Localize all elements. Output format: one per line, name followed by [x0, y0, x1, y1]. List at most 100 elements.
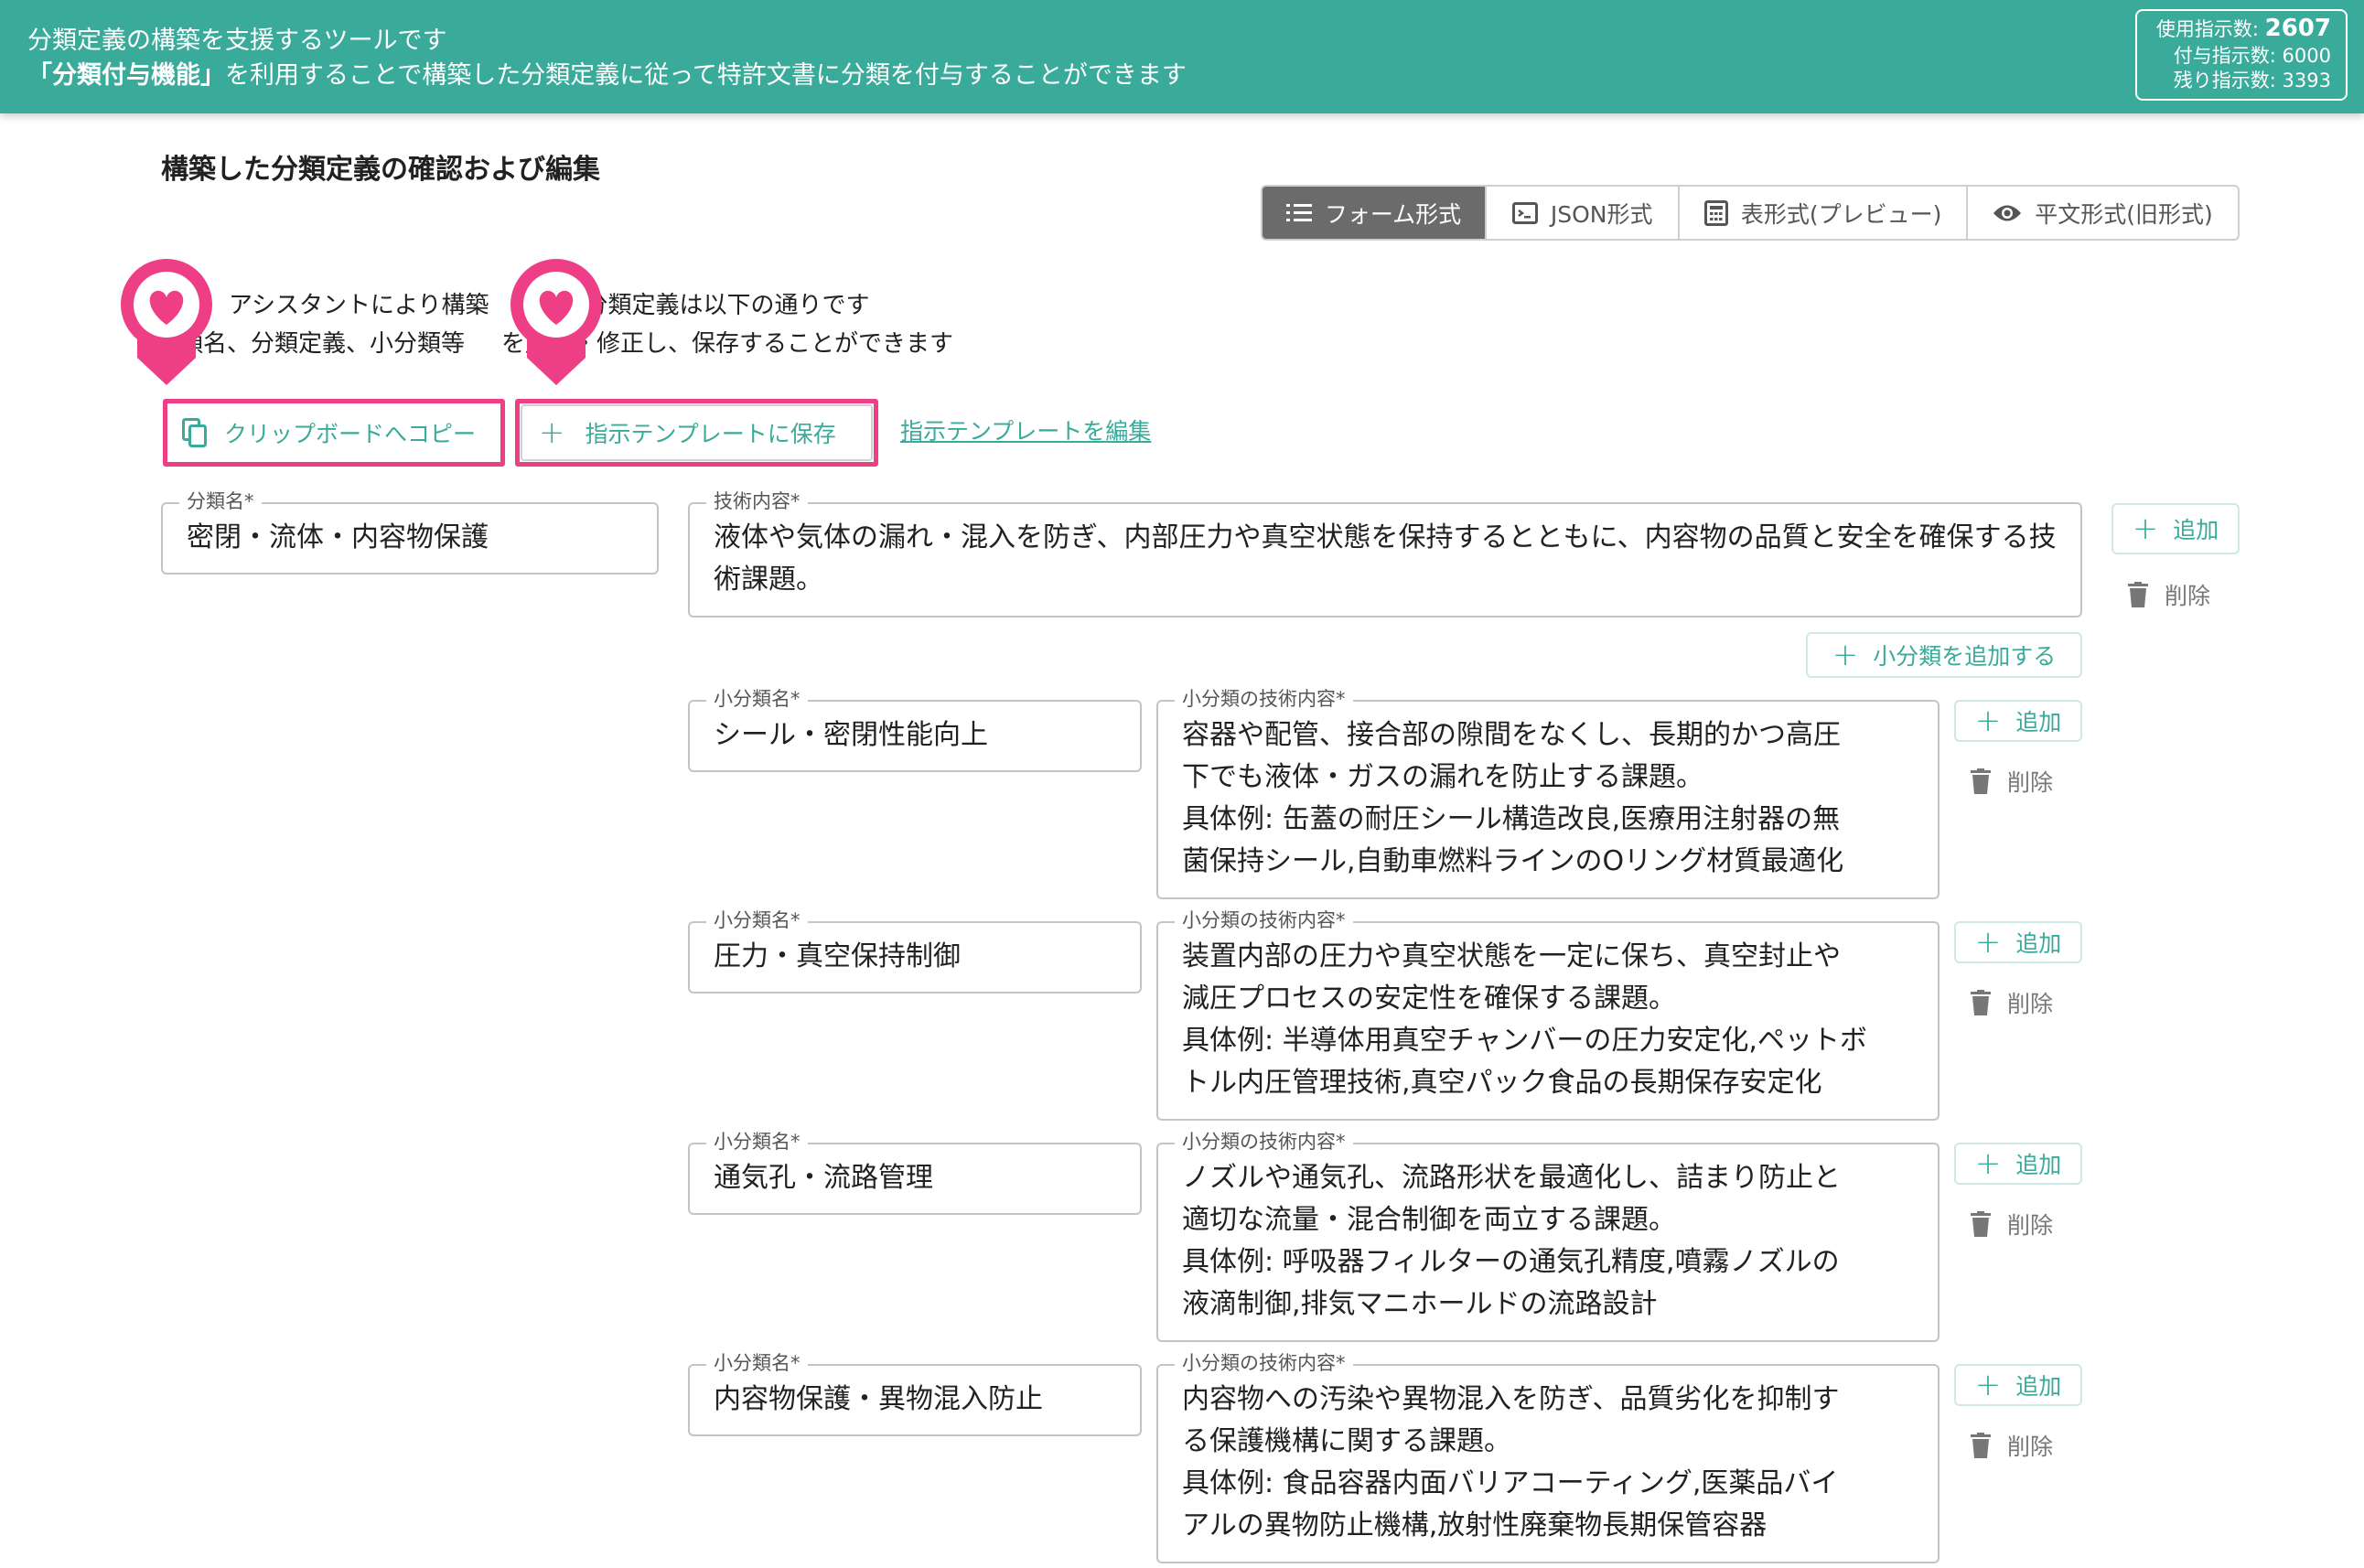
tab-table-view[interactable]: 表形式(プレビュー) [1680, 187, 1969, 239]
category-tech-label: 技術内容* [706, 489, 808, 513]
category-name-label: 分類名* [179, 489, 262, 513]
subcategory-name-value: 内容物保護・異物混入防止 [714, 1383, 1043, 1415]
category-name-value: 密閉・流体・内容物保護 [187, 521, 489, 553]
subcategory-name-label: 小分類名* [706, 1351, 808, 1375]
app-header: 分類定義の構築を支援するツールです 「分類付与機能」を利用することで構築した分類… [0, 0, 2364, 113]
subcategory-add-button[interactable]: + 追加 [1954, 1364, 2082, 1406]
category-add-label: 追加 [2173, 517, 2219, 543]
subcategory-add-button[interactable]: + 追加 [1954, 700, 2082, 742]
subcategory-tech-label: 小分類の技術内容* [1175, 908, 1353, 932]
granted-value: 6000 [2282, 45, 2331, 67]
subcategory-tech-field[interactable]: 小分類の技術内容* 容器や配管、接合部の隙間をなくし、長期的かつ高圧 下でも液体… [1156, 687, 1940, 899]
subcategory-tech-value: 容器や配管、接合部の隙間をなくし、長期的かつ高圧 下でも液体・ガスの漏れを防止す… [1182, 719, 1844, 877]
category-delete-label: 削除 [2165, 583, 2211, 609]
subcategory-name-label: 小分類名* [706, 687, 808, 711]
trash-icon [1971, 1211, 1991, 1237]
copy-icon [182, 418, 207, 447]
copy-button-label: クリップボードへコピー [224, 421, 477, 447]
subcategory-tech-label: 小分類の技術内容* [1175, 687, 1353, 711]
plus-icon: + [1832, 637, 1859, 673]
subcategory-name-field[interactable]: 小分類名* 通気孔・流路管理 [688, 1130, 1142, 1215]
terminal-icon [1511, 201, 1538, 224]
remaining-value: 3393 [2282, 70, 2331, 91]
copy-to-clipboard-button[interactable]: クリップボードへコピー [167, 404, 500, 461]
subcategory-delete-button[interactable]: 削除 [1971, 765, 2053, 798]
subcategory-name-value: シール・密閉性能向上 [714, 719, 988, 751]
subcategory-add-button[interactable]: + 追加 [1954, 1143, 2082, 1185]
subcategory-name-label: 小分類名* [706, 1130, 808, 1154]
subcategory-name-value: 圧力・真空保持制御 [714, 940, 961, 972]
remaining-label: 残り指示数: [2173, 70, 2276, 91]
subcategory-name-field[interactable]: 小分類名* シール・密閉性能向上 [688, 687, 1142, 772]
tab-table-label: 表形式(プレビュー) [1740, 200, 1942, 228]
tab-plain-label: 平文形式(旧形式) [2035, 200, 2213, 228]
tab-json-view[interactable]: JSON形式 [1487, 187, 1681, 239]
subcategory-name-field[interactable]: 小分類名* 圧力・真空保持制御 [688, 908, 1142, 993]
subcategory-delete-label: 削除 [2007, 1212, 2054, 1239]
subcategory-delete-button[interactable]: 削除 [1971, 986, 2053, 1019]
subcategory-delete-label: 削除 [2007, 991, 2054, 1017]
usage-label: 使用指示数: [2155, 18, 2259, 40]
category-tech-value: 液体や気体の漏れ・混入を防ぎ、内部圧力や真空状態を保持するとともに、内容物の品質… [714, 521, 2057, 596]
calculator-icon [1703, 199, 1728, 226]
tab-json-label: JSON形式 [1550, 200, 1653, 228]
subcategory-delete-label: 削除 [2007, 769, 2054, 796]
granted-label: 付与指示数: [2173, 45, 2276, 67]
subcategory-add-label: 追加 [2015, 930, 2062, 957]
usage-value: 2607 [2264, 15, 2331, 42]
category-tech-field[interactable]: 技術内容* 液体や気体の漏れ・混入を防ぎ、内部圧力や真空状態を保持するとともに、… [688, 489, 2082, 618]
category-add-button[interactable]: + 追加 [2111, 503, 2240, 554]
header-feature-name: 「分類付与機能」 [27, 61, 225, 90]
add-subcategory-label: 小分類を追加する [1873, 643, 2057, 670]
intro-line-1b: 分類定義は以下の通りです [584, 292, 870, 319]
subcategory-delete-label: 削除 [2007, 1434, 2054, 1460]
subcategory-tech-label: 小分類の技術内容* [1175, 1351, 1353, 1375]
intro-line-1a: アシスタントにより構築 [229, 292, 489, 319]
plus-icon: + [1974, 703, 2002, 739]
subcategory-tech-value: ノズルや通気孔、流路形状を最適化し、詰まり防止と 適切な流量・混合制御を両立する… [1182, 1162, 1841, 1320]
edit-template-link[interactable]: 指示テンプレートを編集 [900, 413, 1151, 446]
tab-plain-view[interactable]: 平文形式(旧形式) [1968, 187, 2238, 239]
subcategory-add-label: 追加 [2015, 1152, 2062, 1178]
subcategory-tech-label: 小分類の技術内容* [1175, 1130, 1353, 1154]
plus-icon: + [539, 414, 565, 451]
list-icon [1285, 203, 1312, 221]
category-delete-button[interactable]: 削除 [2128, 578, 2210, 611]
header-description: 分類定義の構築を支援するツールです [27, 27, 447, 55]
subcategory-add-button[interactable]: + 追加 [1954, 921, 2082, 963]
subcategory-tech-field[interactable]: 小分類の技術内容* 装置内部の圧力や真空状態を一定に保ち、真空封止や 減圧プロセ… [1156, 908, 1940, 1121]
subcategory-tech-value: 内容物への汚染や異物混入を防ぎ、品質劣化を抑制す る保護機構に関する課題。 具体… [1182, 1383, 1840, 1541]
tab-form-view[interactable]: フォーム形式 [1263, 187, 1488, 239]
plus-icon: + [1974, 1367, 2002, 1403]
subcategory-add-label: 追加 [2015, 709, 2062, 736]
plus-icon: + [2132, 510, 2159, 547]
subcategory-add-label: 追加 [2015, 1373, 2062, 1400]
subcategory-tech-value: 装置内部の圧力や真空状態を一定に保ち、真空封止や 減圧プロセスの安定性を確保する… [1182, 940, 1867, 1099]
usage-counter-box: 使用指示数: 2607 付与指示数: 6000 残り指示数: 3393 [2135, 9, 2348, 101]
trash-icon [1971, 990, 1991, 1015]
subcategory-delete-button[interactable]: 削除 [1971, 1208, 2053, 1240]
intro-line-2a: 類名、分類定義、小分類等 [179, 330, 466, 358]
category-name-field[interactable]: 分類名* 密閉・流体・内容物保護 [161, 489, 659, 575]
subcategory-delete-button[interactable]: 削除 [1971, 1429, 2053, 1462]
plus-icon: + [1974, 1145, 2002, 1182]
trash-icon [1971, 768, 1991, 794]
heart-pin-icon [510, 259, 602, 385]
subcategory-name-label: 小分類名* [706, 908, 808, 932]
page-title: 構築した分類定義の確認および編集 [161, 154, 600, 186]
add-subcategory-button[interactable]: + 小分類を追加する [1806, 632, 2082, 678]
subcategory-name-value: 通気孔・流路管理 [714, 1162, 933, 1194]
trash-icon [2128, 582, 2148, 607]
tab-form-label: フォーム形式 [1324, 200, 1462, 228]
subcategory-tech-field[interactable]: 小分類の技術内容* ノズルや通気孔、流路形状を最適化し、詰まり防止と 適切な流量… [1156, 1130, 1940, 1342]
trash-icon [1971, 1433, 1991, 1458]
save-template-label: 指示テンプレートに保存 [585, 421, 836, 447]
heart-pin-icon [121, 259, 212, 385]
subcategory-tech-field[interactable]: 小分類の技術内容* 内容物への汚染や異物混入を防ぎ、品質劣化を抑制す る保護機構… [1156, 1351, 1940, 1563]
header-subdescription: 「分類付与機能」を利用することで構築した分類定義に従って特許文書に分類を付与する… [27, 55, 1187, 91]
save-template-button[interactable]: + 指示テンプレートに保存 [521, 404, 873, 461]
plus-icon: + [1974, 924, 2002, 961]
header-feature-text: を利用することで構築した分類定義に従って特許文書に分類を付与することができます [225, 61, 1187, 90]
eye-icon [1993, 205, 2022, 220]
subcategory-name-field[interactable]: 小分類名* 内容物保護・異物混入防止 [688, 1351, 1142, 1436]
